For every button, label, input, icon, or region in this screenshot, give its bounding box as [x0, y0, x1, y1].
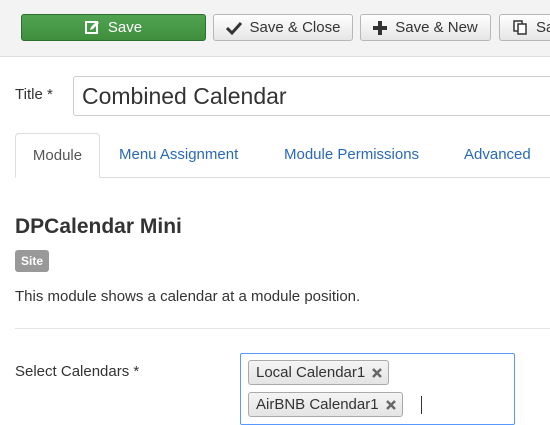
save-close-button-label: Save & Close: [249, 19, 341, 36]
title-input[interactable]: [73, 76, 550, 116]
save-copy-button-label: Save as Copy: [536, 19, 550, 36]
save-new-button[interactable]: Save & New: [360, 14, 491, 41]
tab-bar: Module Menu Assignment Module Permission…: [15, 133, 550, 178]
save-button[interactable]: Save: [21, 14, 206, 41]
tab-module-permissions[interactable]: Module Permissions: [284, 133, 419, 177]
remove-chip-icon[interactable]: [385, 399, 396, 410]
site-badge: Site: [15, 250, 50, 272]
toolbar: Save Save & Close Save & New Save as Cop…: [0, 0, 550, 57]
save-close-button[interactable]: Save & Close: [213, 14, 353, 41]
copy-icon: [513, 20, 528, 35]
calendar-chip-label: Local Calendar1: [256, 364, 366, 381]
tab-menu-assignment[interactable]: Menu Assignment: [119, 133, 238, 177]
module-description: This module shows a calendar at a module…: [15, 288, 361, 305]
edit-icon: [84, 20, 100, 35]
tab-module[interactable]: Module: [15, 133, 100, 178]
save-button-label: Save: [107, 19, 143, 36]
save-new-button-label: Save & New: [395, 19, 478, 36]
module-name: DPCalendar Mini: [15, 215, 182, 238]
calendar-multiselect[interactable]: Local Calendar1 AirBNB Calendar1: [240, 353, 515, 425]
save-copy-button[interactable]: Save as Copy: [499, 14, 550, 41]
calendar-chip-label: AirBNB Calendar1: [256, 396, 379, 413]
text-caret: [421, 396, 422, 414]
calendar-chip: Local Calendar1: [248, 360, 390, 385]
divider: [15, 328, 550, 329]
calendar-chip: AirBNB Calendar1: [248, 392, 403, 417]
plus-icon: [373, 20, 388, 35]
tab-advanced[interactable]: Advanced: [464, 133, 531, 177]
remove-chip-icon[interactable]: [372, 367, 383, 378]
checkmark-icon: [225, 21, 242, 35]
select-calendars-label: Select Calendars *: [15, 363, 140, 380]
title-label: Title *: [15, 86, 53, 103]
